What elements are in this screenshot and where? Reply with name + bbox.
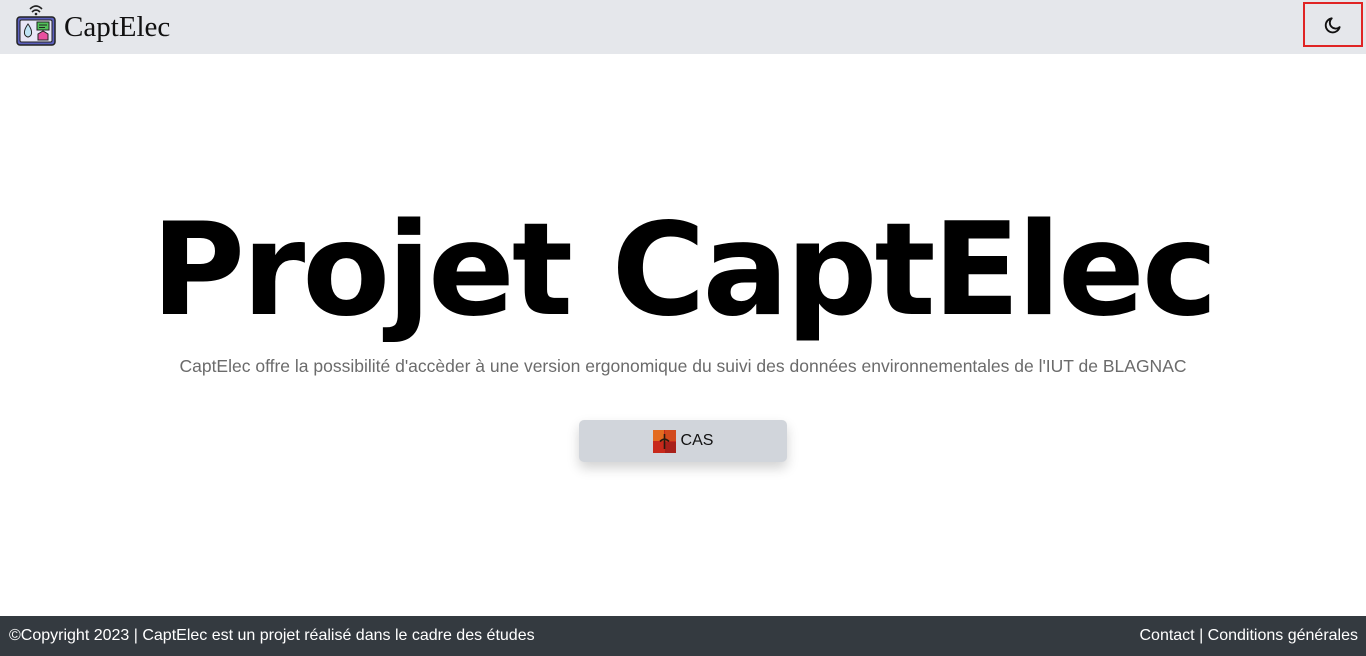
footer-separator: | [1194, 627, 1208, 644]
contact-link[interactable]: Contact [1139, 627, 1194, 644]
footer-links: Contact | Conditions générales [1139, 627, 1358, 645]
page-title: Projet CaptElec [151, 196, 1217, 345]
navbar: CaptElec [0, 0, 1366, 54]
cas-button-label: CAS [680, 432, 714, 449]
cas-login-button[interactable]: CAS [579, 420, 787, 462]
page-subtitle: CaptElec offre la possibilité d'accèder … [179, 356, 1187, 376]
moon-icon [1324, 16, 1341, 33]
cas-logo-icon [652, 429, 676, 453]
footer-copyright: ©Copyright 2023 | CaptElec est un projet… [9, 627, 535, 644]
brand-name: CaptElec [64, 10, 171, 43]
brand-link[interactable]: CaptElec [16, 0, 170, 54]
captelec-logo-icon [16, 5, 56, 46]
footer: ©Copyright 2023 | CaptElec est un projet… [0, 616, 1366, 656]
theme-toggle-button[interactable] [1303, 2, 1363, 47]
conditions-link[interactable]: Conditions générales [1208, 627, 1358, 644]
